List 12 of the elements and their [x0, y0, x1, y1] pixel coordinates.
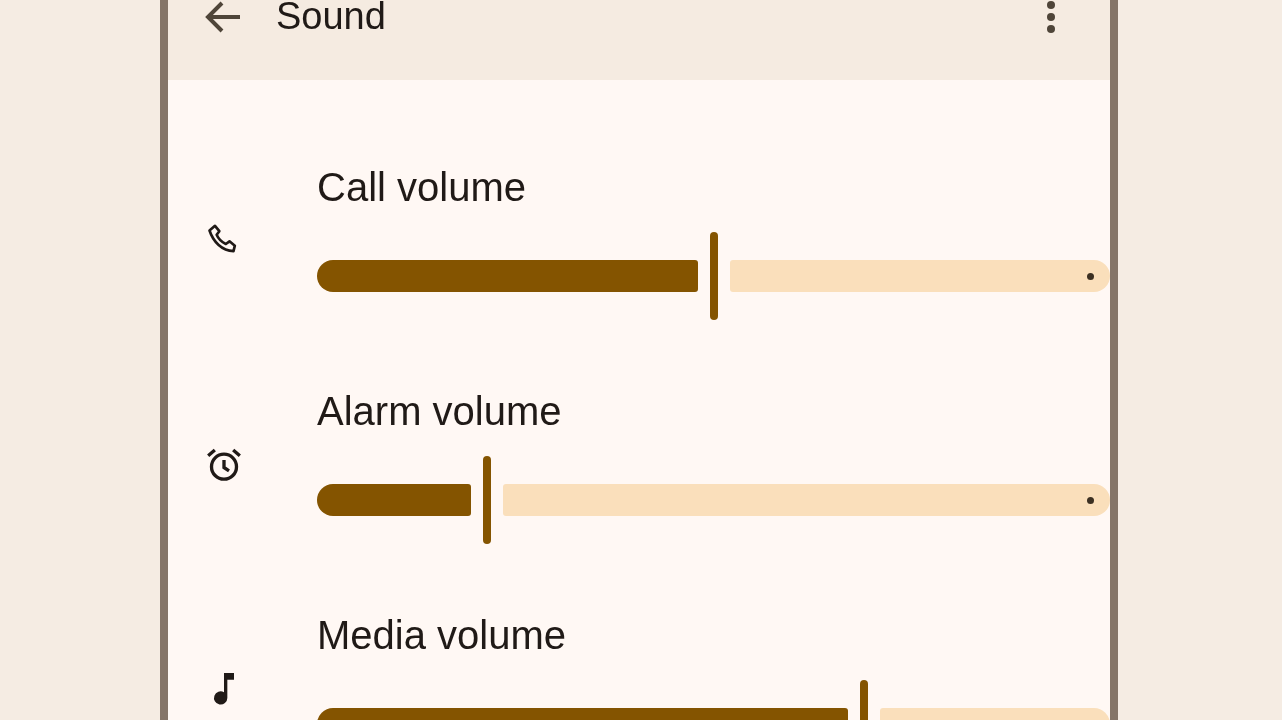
- back-icon[interactable]: [204, 0, 242, 34]
- volume-slider[interactable]: [317, 456, 1110, 544]
- slider-handle[interactable]: [709, 232, 718, 320]
- volume-label: Media volume: [317, 612, 567, 658]
- slider-handle[interactable]: [483, 456, 492, 544]
- stop-indicator-dot: [1087, 496, 1094, 504]
- stop-indicator-dot: [1087, 272, 1094, 280]
- volume-label: Call volume: [317, 164, 527, 210]
- volume-slider[interactable]: [317, 232, 1110, 320]
- more-options-icon[interactable]: [1046, 0, 1056, 34]
- page-title: Sound: [276, 0, 386, 33]
- volume-label: Alarm volume: [317, 388, 563, 434]
